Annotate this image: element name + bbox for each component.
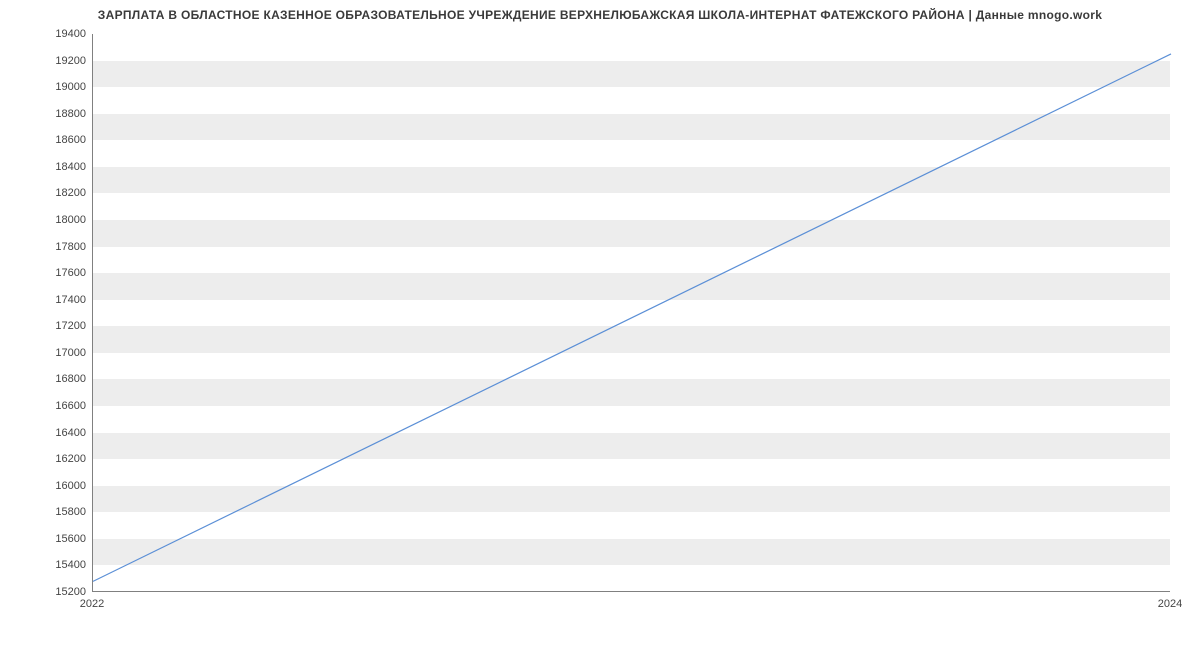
y-tick-label: 19200 [26, 55, 86, 67]
y-tick-label: 15600 [26, 533, 86, 545]
y-tick-label: 18000 [26, 214, 86, 226]
y-tick-label: 16600 [26, 400, 86, 412]
chart-title: ЗАРПЛАТА В ОБЛАСТНОЕ КАЗЕННОЕ ОБРАЗОВАТЕ… [0, 0, 1200, 22]
y-tick-label: 18200 [26, 187, 86, 199]
line-layer [93, 34, 1171, 592]
y-tick-label: 16000 [26, 480, 86, 492]
y-tick-label: 16400 [26, 427, 86, 439]
x-tick-label: 2024 [1140, 598, 1200, 610]
y-tick-label: 19000 [26, 81, 86, 93]
y-tick-label: 15200 [26, 586, 86, 598]
chart-container: 1520015400156001580016000162001640016600… [92, 34, 1170, 592]
y-tick-label: 15400 [26, 559, 86, 571]
y-tick-label: 15800 [26, 506, 86, 518]
x-tick-label: 2022 [62, 598, 122, 610]
y-tick-label: 17600 [26, 267, 86, 279]
plot-area [92, 34, 1170, 592]
y-tick-label: 16800 [26, 373, 86, 385]
y-tick-label: 16200 [26, 453, 86, 465]
y-tick-label: 17800 [26, 241, 86, 253]
y-tick-label: 17000 [26, 347, 86, 359]
y-tick-label: 18600 [26, 134, 86, 146]
y-tick-label: 18400 [26, 161, 86, 173]
y-tick-label: 17200 [26, 320, 86, 332]
y-tick-label: 17400 [26, 294, 86, 306]
y-tick-label: 19400 [26, 28, 86, 40]
data-series-line [93, 54, 1171, 581]
y-tick-label: 18800 [26, 108, 86, 120]
